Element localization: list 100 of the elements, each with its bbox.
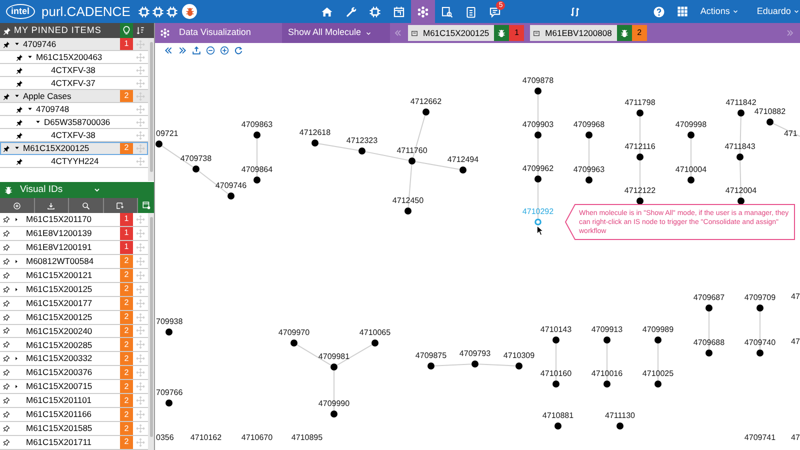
tree-item[interactable]: 4CTXFV-38 [0,64,148,77]
graph-node[interactable]: 4709741 [744,433,776,442]
caret-icon[interactable] [14,356,18,362]
tree-item[interactable]: 4709748 [0,103,148,116]
graph-node[interactable]: 4712004 [725,186,757,204]
graph-node[interactable]: 4711130 [605,411,635,430]
caret-icon[interactable] [27,106,33,112]
upload-icon[interactable] [192,46,201,54]
tree-item[interactable]: D65W358700036 [0,116,148,129]
graph-node[interactable]: 4709970 [278,328,310,346]
graph-node[interactable]: 471 [784,129,798,138]
caret-icon[interactable] [14,384,18,390]
open-tab[interactable]: M61EBV1200808 2 [530,25,647,41]
list-item[interactable]: M61C15X200240 2 [0,324,148,338]
graph-node[interactable]: 4710016 [591,369,623,388]
panel-header[interactable]: Visual IDs [0,182,154,198]
toolbar-button[interactable] [138,198,154,213]
help-icon[interactable] [653,6,666,18]
graph-node[interactable]: 4709968 [573,120,605,138]
graph-node[interactable]: 4710004 [675,165,707,184]
list-item[interactable]: M61C15X201101 2 [0,394,148,408]
graph-node[interactable]: 4712494 [447,155,479,174]
tree-item[interactable]: Apple Cases 2 [0,90,148,103]
graph-node[interactable]: 4711798 [624,98,656,116]
mode-dropdown[interactable]: Show All Molecule [282,23,390,43]
graph-node[interactable]: 4709793 [459,349,491,368]
graph-node[interactable]: 4709878 [522,76,554,94]
graph-node[interactable]: 709938 [156,317,183,336]
apps-grid-icon[interactable] [677,6,688,17]
caret-icon[interactable] [14,216,18,222]
zoom-out-icon[interactable] [206,46,215,54]
list-item[interactable]: M61C15X200125 2 [0,282,148,297]
graph-node[interactable]: 4709688 [693,338,725,356]
graph-node[interactable]: 4709875 [415,351,447,370]
graph-node[interactable]: 4712323 [346,136,378,154]
caret-icon[interactable] [14,41,20,47]
graph-node[interactable]: 47 [791,292,800,301]
lightbulb-button[interactable] [120,23,133,38]
graph-node[interactable]: 47 [791,337,800,346]
graph-node[interactable]: 09721 [156,129,178,148]
graph-node[interactable]: 4710025 [642,369,674,388]
menu-button[interactable]: Actions [700,4,739,18]
graph-node[interactable]: 4709913 [591,325,623,344]
open-tab[interactable]: M61C15X200125 1 [408,25,524,41]
graph-node[interactable]: 4710881 [542,411,574,430]
graph-node[interactable]: 4710882 [754,107,786,126]
tree-item[interactable]: 4CTXFV-38 [0,129,148,142]
graph-node[interactable]: 4712122 [624,186,656,204]
graph-node[interactable]: 4709990 [318,399,350,418]
tree-item[interactable]: M61C15X200125 2 [0,142,148,155]
list-item[interactable]: M61C15X201170 1 [0,213,148,227]
list-item[interactable]: M61C15X200332 2 [0,352,148,366]
graph-node[interactable]: 4709863 [241,120,273,138]
graph-node[interactable]: 0356 [156,433,174,442]
graph-node[interactable]: 4709864 [241,165,273,184]
caret-icon[interactable] [27,54,33,60]
menu-button[interactable]: Eduardo [756,4,800,18]
list-item[interactable]: M61C15X200121 2 [0,268,148,283]
graph-node[interactable]: 4712662 [410,97,442,116]
graph-node[interactable]: 4709746 [215,181,247,200]
caret-icon[interactable] [14,258,18,264]
graph-node[interactable]: 4709998 [675,120,707,138]
scrollbar[interactable] [148,213,154,450]
double-chevron-right-icon[interactable] [178,46,187,54]
list-item[interactable]: M61E8V1200139 1 [0,226,148,241]
graph-node[interactable]: 4712618 [299,128,331,146]
tree-item[interactable]: 4709746 1 [0,38,148,51]
caret-icon[interactable] [14,93,20,99]
graph-node[interactable]: 4710670 [241,433,273,442]
list-item[interactable]: M61C15X200177 2 [0,296,148,311]
graph-node[interactable]: 4709963 [573,165,605,184]
graph-node[interactable]: 4712116 [624,142,656,160]
list-item[interactable]: M61C15X200285 2 [0,338,148,352]
graph-node[interactable]: 4709740 [744,338,776,356]
graph-node[interactable]: 4711843 [724,142,756,160]
graph-node[interactable]: 4710065 [359,328,391,346]
list-item[interactable]: M61C15X200376 2 [0,366,148,380]
list-item[interactable]: M61E8V1200191 1 [0,240,148,255]
graph-node[interactable]: 4710309 [503,351,535,370]
list-item[interactable]: M61C15X200125 2 [0,310,148,324]
tree-item[interactable]: 4CTXFV-37 [0,77,148,90]
tree-item[interactable]: 4CTYYH224 [0,155,148,168]
graph-node[interactable]: 4709903 [522,120,554,138]
scrollbar[interactable] [148,38,154,181]
refresh-icon[interactable] [234,46,243,54]
transfer-icon[interactable] [569,6,582,18]
graph-node[interactable]: 4710160 [540,369,572,388]
list-item[interactable]: M61C15X201711 2 [0,436,148,450]
graph-node[interactable]: 47 [791,433,800,442]
graph-node[interactable]: 4711760 [396,146,428,164]
caret-icon[interactable] [14,286,18,292]
graph-node[interactable]: 4709962 [522,164,554,182]
graph-node[interactable]: 4709989 [642,325,674,344]
graph-node[interactable]: 4710162 [190,433,222,442]
nav-button[interactable] [411,0,436,23]
graph-node[interactable]: 709766 [156,388,183,406]
graph-node[interactable]: 4709709 [744,293,776,312]
tree-item[interactable]: M61C15X200463 [0,51,148,64]
graph-node[interactable]: 4709981 [318,352,350,370]
graph-node[interactable]: 4709687 [693,293,725,312]
